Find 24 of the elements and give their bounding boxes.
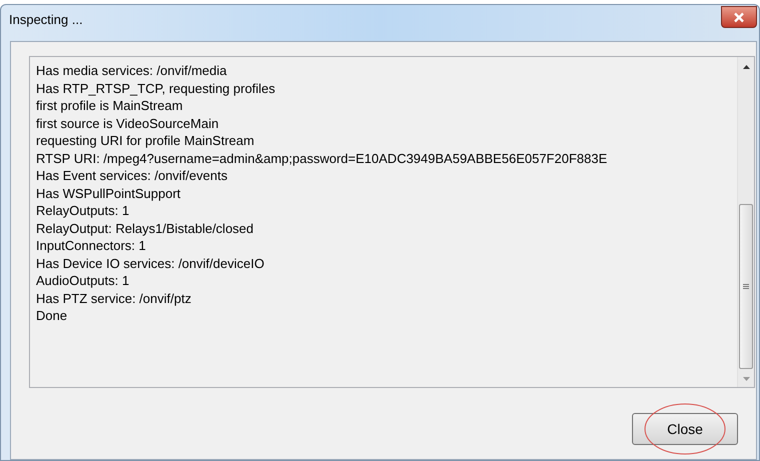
log-line: Has WSPullPointSupport [36, 184, 182, 202]
log-line: Has media services: /onvif/media [36, 62, 228, 80]
grip-icon [743, 284, 749, 289]
scroll-up-icon[interactable] [742, 65, 750, 69]
log-line: Has Event services: /onvif/events [36, 167, 228, 184]
log-textbox[interactable] [29, 56, 755, 388]
scrollbar[interactable] [737, 57, 754, 387]
log-line: Has Device IO services: /onvif/deviceIO [36, 254, 266, 272]
log-line: InputConnectors: 1 [36, 237, 147, 254]
close-button[interactable] [721, 6, 757, 28]
log-line: Done [36, 307, 68, 324]
scrollbar-thumb[interactable] [739, 204, 753, 369]
log-line: Has PTZ service: /onvif/ptz [36, 290, 192, 307]
log-line: first profile is MainStream [36, 97, 184, 114]
log-line: requesting URI for profile MainStream [36, 132, 256, 150]
close-icon [733, 12, 745, 22]
log-line: RelayOutput: Relays1/Bistable/closed [36, 220, 255, 237]
close-dialog-button[interactable]: Close [632, 413, 738, 445]
window-title: Inspecting ... [9, 11, 83, 30]
log-line: RTSP URI: /mpeg4?username=admin&amp;password=E10ADC3949BA59ABBE56E057F20F883E [36, 150, 608, 167]
log-line: RelayOutputs: 1 [36, 202, 130, 220]
log-line: Has RTP_RTSP_TCP, requesting profiles [36, 80, 276, 97]
log-line: first source is VideoSourceMain [36, 114, 220, 132]
log-line: AudioOutputs: 1 [36, 272, 130, 290]
